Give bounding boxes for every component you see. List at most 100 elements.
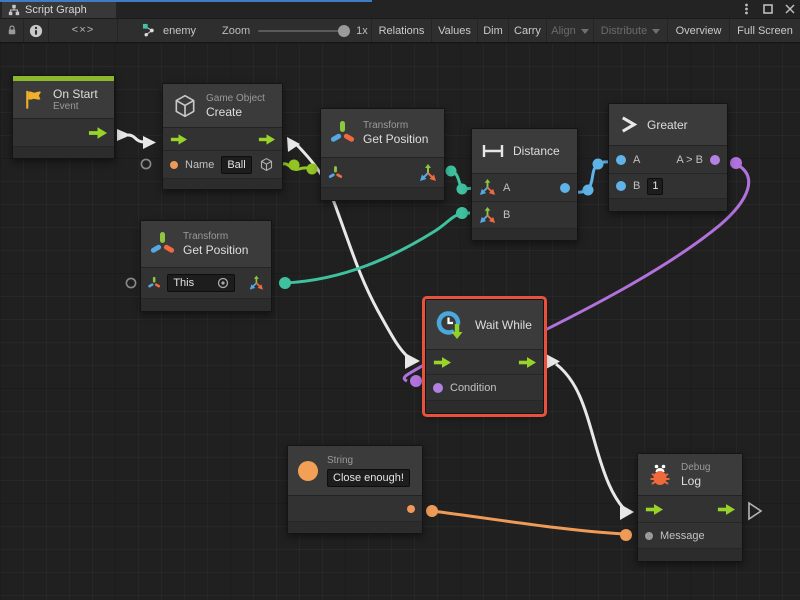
flow-input-port[interactable] <box>645 504 663 515</box>
node-footer <box>288 522 422 533</box>
node-footer <box>638 549 742 561</box>
name-input-port[interactable] <box>170 161 178 169</box>
port-a-label: A <box>503 182 510 194</box>
target-value-field[interactable]: This <box>167 274 235 292</box>
inspect-button[interactable] <box>24 19 49 42</box>
port-row-b: B <box>472 202 577 229</box>
node-title: Greater <box>647 118 688 132</box>
name-port-row: Name Ball <box>163 151 282 179</box>
carry-button[interactable]: Carry <box>509 19 547 42</box>
zoom-value: 1x <box>356 25 368 37</box>
node-title: Get Position <box>363 132 428 146</box>
node-create-gameobject[interactable]: Game Object Create Name Ball <box>162 83 283 190</box>
zoom-slider[interactable] <box>258 30 348 32</box>
port-row <box>321 158 444 188</box>
kebab-menu-icon[interactable] <box>740 3 752 15</box>
node-debug-log[interactable]: Debug Log Message <box>637 453 743 562</box>
chevron-down-icon <box>581 29 589 34</box>
transform-input-port[interactable] <box>148 275 160 291</box>
string-icon <box>297 460 319 482</box>
node-get-position-bottom[interactable]: Transform Get Position This <box>140 220 272 312</box>
port-row: This <box>141 268 271 299</box>
node-greater[interactable]: Greater A A > B B 1 <box>608 103 728 212</box>
self-target-indicator-getposition[interactable] <box>125 277 137 289</box>
graph-toolbar: <×> enemy Zoom 1x Relations Values Dim C… <box>0 18 800 43</box>
node-wait-while[interactable]: Wait While Condition <box>425 299 544 414</box>
flow-input-port[interactable] <box>170 134 187 145</box>
close-icon[interactable] <box>784 3 796 15</box>
message-input-port[interactable] <box>645 532 653 540</box>
node-footer <box>472 229 577 240</box>
node-on-start[interactable]: On Start Event <box>12 75 115 159</box>
node-header: On Start Event <box>13 81 114 119</box>
code-preview-button[interactable]: <×> <box>49 19 118 42</box>
align-dropdown[interactable]: Align <box>547 19 594 42</box>
wire-string-to-debuglog-message[interactable] <box>426 505 632 541</box>
result-label: A > B <box>676 154 703 166</box>
cube-icon <box>172 93 198 119</box>
node-distance[interactable]: Distance A B <box>471 128 578 241</box>
flow-row <box>638 496 742 523</box>
result-output-port[interactable] <box>710 155 720 165</box>
zoom-control: Zoom 1x <box>222 19 368 42</box>
node-category: Debug <box>681 462 710 474</box>
unity-script-graph-window: Script Graph <box>0 0 800 600</box>
node-header: Transform Get Position <box>321 109 444 158</box>
self-target-indicator-create[interactable] <box>140 158 152 170</box>
wire-onstart-to-create[interactable] <box>117 129 156 149</box>
chevron-down-icon <box>652 29 660 34</box>
flow-output-port[interactable] <box>518 357 536 368</box>
lock-button[interactable] <box>0 19 24 42</box>
b-value-field[interactable]: 1 <box>647 178 663 195</box>
node-category: Transform <box>183 231 248 243</box>
node-category: Transform <box>363 120 428 132</box>
distance-output-port[interactable] <box>560 183 570 193</box>
fullscreen-button[interactable]: Full Screen <box>730 19 800 42</box>
condition-input-port[interactable] <box>433 383 443 393</box>
node-header: Transform Get Position <box>141 221 271 268</box>
relations-button[interactable]: Relations <box>372 19 432 42</box>
vector3-input-port-b[interactable] <box>479 207 496 224</box>
object-picker-icon[interactable] <box>217 277 229 289</box>
vector3-output-port[interactable] <box>249 274 264 292</box>
flow-input-port[interactable] <box>433 357 451 368</box>
condition-label: Condition <box>450 382 496 394</box>
distance-icon <box>481 143 505 159</box>
name-port-label: Name <box>185 159 214 171</box>
graph-canvas[interactable]: On Start Event Game Object Create <box>0 43 800 600</box>
node-string-literal[interactable]: String Close enough! <box>287 445 423 534</box>
flow-output-port[interactable] <box>258 134 275 145</box>
input-port-a[interactable] <box>616 155 626 165</box>
zoom-label: Zoom <box>222 25 250 37</box>
string-value-field[interactable]: Close enough! <box>327 469 410 487</box>
name-value-field[interactable]: Ball <box>221 156 251 174</box>
graph-breadcrumb[interactable]: enemy <box>118 19 196 42</box>
node-get-position-top[interactable]: Transform Get Position <box>320 108 445 201</box>
transform-icon <box>150 230 175 258</box>
node-footer <box>426 401 543 413</box>
input-port-b[interactable] <box>616 181 626 191</box>
vector3-output-port[interactable] <box>419 164 437 182</box>
distribute-dropdown[interactable]: Distribute <box>594 19 668 42</box>
zoom-slider-handle[interactable] <box>338 25 350 37</box>
node-footer <box>321 188 444 200</box>
string-output-port[interactable] <box>407 505 415 513</box>
values-button[interactable]: Values <box>432 19 478 42</box>
wire-getpositionbottom-to-distance-b[interactable] <box>279 207 470 289</box>
flow-output-port[interactable] <box>88 127 107 139</box>
maximize-icon[interactable] <box>762 3 774 15</box>
dim-button[interactable]: Dim <box>478 19 509 42</box>
condition-row: Condition <box>426 375 543 401</box>
vector3-input-port-a[interactable] <box>479 179 496 196</box>
node-header: Distance <box>472 129 577 174</box>
node-footer <box>609 199 727 211</box>
transform-input-port[interactable] <box>328 165 343 181</box>
wire-getpositiontop-to-distance-a[interactable] <box>446 166 474 195</box>
flow-output-port[interactable] <box>717 504 735 515</box>
tab-script-graph[interactable]: Script Graph <box>2 2 116 18</box>
transform-icon <box>330 119 355 147</box>
wire-waitwhile-to-debuglog[interactable] <box>546 354 634 520</box>
node-header: Debug Log <box>638 454 742 496</box>
gameobject-output-port[interactable] <box>259 157 274 172</box>
overview-button[interactable]: Overview <box>668 19 730 42</box>
